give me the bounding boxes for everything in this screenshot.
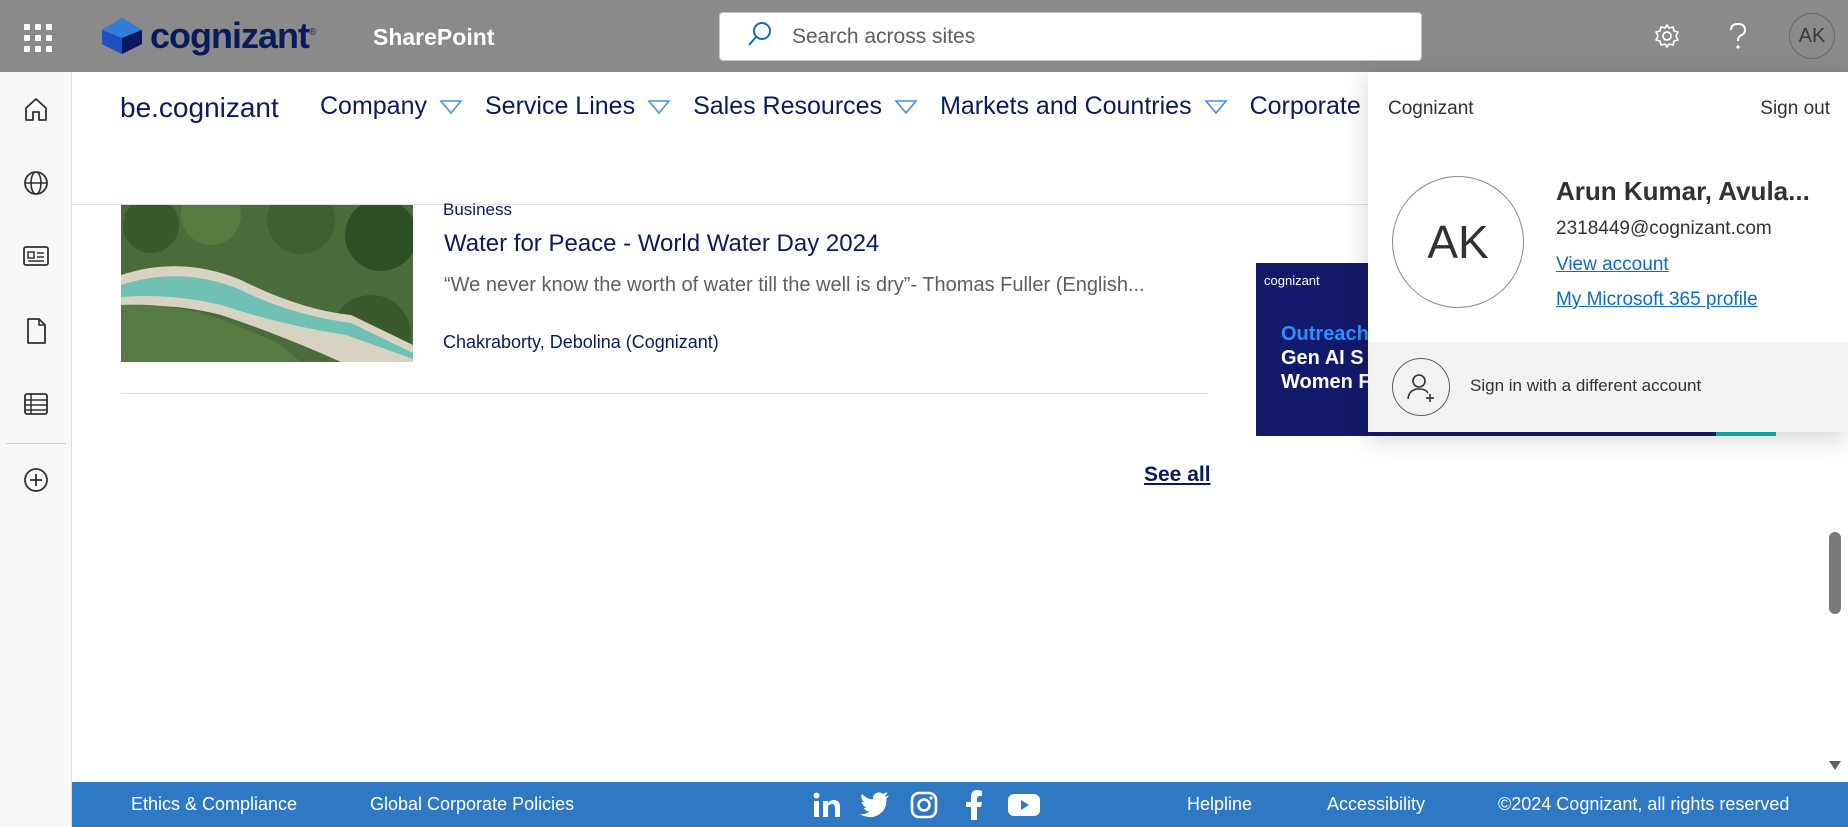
m365-profile-link[interactable]: My Microsoft 365 profile (1556, 289, 1758, 311)
nav-item-company[interactable]: Company (320, 92, 463, 121)
global-policies-link[interactable]: Global Corporate Policies (370, 794, 574, 815)
sign-in-different-account[interactable]: Sign in with a different account (1368, 342, 1848, 432)
news-category: Business (443, 200, 512, 219)
sign-in-different-account-label: Sign in with a different account (1470, 376, 1702, 395)
app-launcher-icon[interactable] (18, 18, 54, 54)
account-email: 2318449@cognizant.com (1556, 218, 1772, 239)
suite-bar: cognizant® SharePoint AK (0, 0, 1848, 72)
app-bar (0, 72, 72, 827)
account-manager-panel: Cognizant Sign out AK Arun Kumar, Avula.… (1368, 72, 1848, 432)
news-thumbnail[interactable] (121, 205, 413, 362)
ethics-compliance-link[interactable]: Ethics & Compliance (131, 794, 297, 815)
see-all-link[interactable]: See all (1144, 463, 1211, 487)
account-avatar: AK (1392, 176, 1524, 308)
news-description: “We never know the worth of water till t… (444, 274, 1145, 296)
chevron-down-icon (894, 99, 918, 114)
promo-logo: cognizant (1264, 273, 1320, 288)
sign-out-button[interactable]: Sign out (1760, 98, 1830, 120)
linkedin-icon[interactable] (812, 790, 842, 820)
promo-line-2: Gen AI S (1281, 347, 1364, 369)
lists-button[interactable] (18, 386, 54, 422)
home-icon (25, 98, 47, 121)
logo-wordmark: cognizant® (150, 15, 316, 56)
search-icon (746, 20, 774, 53)
help-button[interactable] (1716, 14, 1760, 58)
create-button[interactable] (18, 462, 54, 498)
sites-button[interactable] (18, 165, 54, 201)
files-button[interactable] (18, 313, 54, 349)
news-title-link[interactable]: Water for Peace - World Water Day 2024 (444, 230, 879, 258)
search-input[interactable] (792, 24, 1392, 49)
promo-line-1: Outreach (1281, 323, 1369, 345)
settings-button[interactable] (1645, 14, 1689, 58)
app-name[interactable]: SharePoint (373, 24, 494, 51)
instagram-icon[interactable] (909, 790, 939, 820)
chevron-down-icon (439, 99, 463, 114)
help-icon (1730, 22, 1747, 49)
add-icon (24, 468, 48, 492)
account-name: Arun Kumar, Avula... (1556, 176, 1810, 206)
globe-icon (24, 171, 48, 195)
copyright-text: ©2024 Cognizant, all rights reserved (1498, 794, 1790, 814)
news-author: Chakraborty, Debolina (Cognizant) (443, 332, 719, 352)
gear-icon (1655, 24, 1679, 48)
account-organization: Cognizant (1388, 98, 1474, 119)
top-navigation: Company Service Lines Sales Resources Ma… (320, 92, 1445, 121)
news-icon (23, 246, 49, 266)
cognizant-logo-icon (102, 18, 142, 54)
me-avatar-button[interactable]: AK (1789, 13, 1835, 59)
chevron-down-icon (1203, 99, 1228, 114)
search-box[interactable] (719, 12, 1422, 61)
list-icon (24, 393, 48, 415)
caret-down-icon (1829, 761, 1841, 770)
scroll-down-arrow[interactable] (1829, 758, 1841, 776)
accessibility-link[interactable]: Accessibility (1327, 794, 1425, 815)
promo-line-3: Women F (1281, 371, 1371, 393)
nav-item-markets-countries[interactable]: Markets and Countries (940, 92, 1228, 121)
view-account-link[interactable]: View account (1556, 254, 1669, 276)
twitter-icon[interactable] (860, 790, 890, 820)
helpline-link[interactable]: Helpline (1187, 794, 1252, 815)
app-bar-divider (6, 443, 66, 444)
news-separator (121, 393, 1208, 394)
site-title[interactable]: be.cognizant (120, 92, 279, 124)
chevron-down-icon (647, 99, 671, 114)
company-logo[interactable]: cognizant® (100, 14, 316, 58)
document-icon (27, 318, 46, 344)
site-footer: Ethics & Compliance Global Corporate Pol… (72, 782, 1848, 827)
scrollbar-thumb[interactable] (1829, 532, 1841, 614)
nav-item-sales-resources[interactable]: Sales Resources (693, 92, 918, 121)
news-button[interactable] (18, 238, 54, 274)
facebook-icon[interactable] (959, 790, 989, 820)
nav-item-service-lines[interactable]: Service Lines (485, 92, 671, 121)
home-button[interactable] (18, 91, 54, 127)
add-person-icon (1392, 358, 1450, 416)
youtube-icon[interactable] (1007, 790, 1041, 820)
